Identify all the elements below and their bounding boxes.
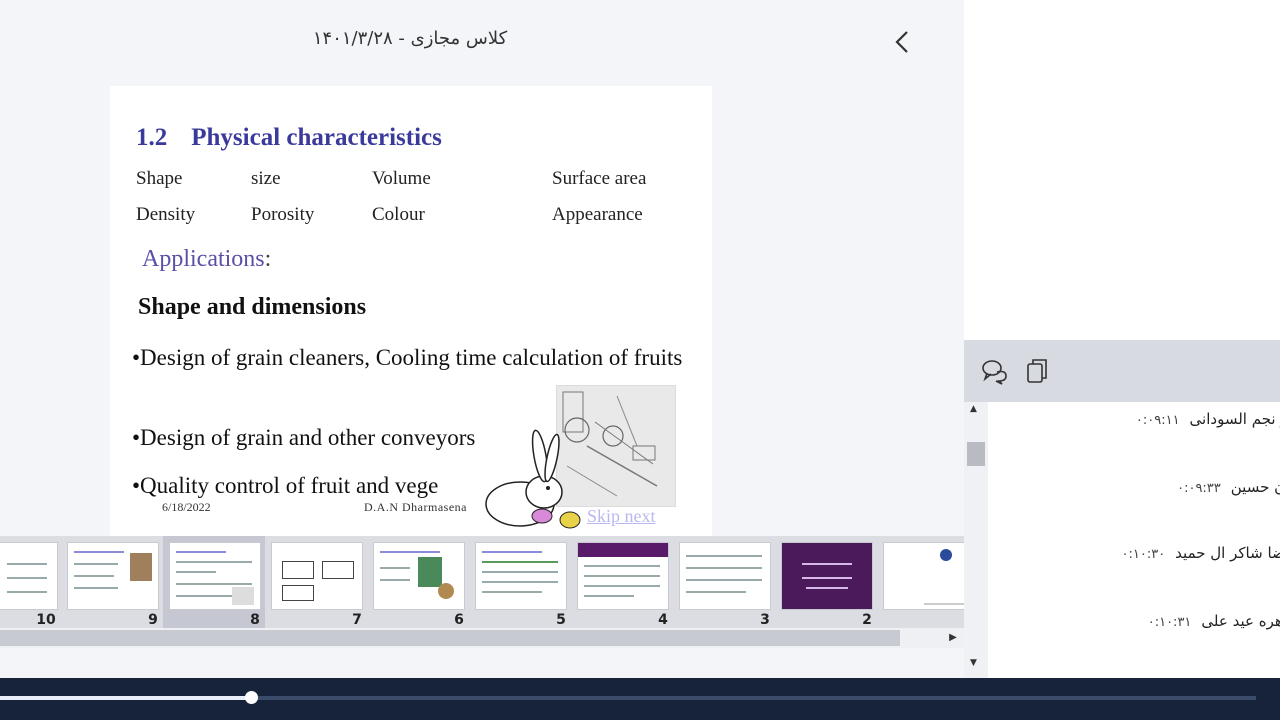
slide-thumbnail[interactable] — [0, 542, 58, 610]
horizontal-scroll-thumb[interactable] — [0, 630, 900, 646]
slide-thumbnail[interactable] — [679, 542, 771, 610]
list-item[interactable]: عزیز نجم السودانی ۰:۰۹:۱۱ — [1136, 410, 1280, 428]
slide-thumbnail-strip: 10 9 8 7 6 5 4 3 2 — [0, 536, 964, 628]
chat-message-list: عزیز نجم السودانی ۰:۰۹:۱۱ دان حسین ۰:۰۹:۳۳… — [988, 402, 1280, 678]
chat-vertical-scrollbar[interactable]: ▲ ▼ — [964, 402, 988, 678]
characteristic-item: Shape — [136, 168, 183, 189]
characteristic-item: Colour — [372, 204, 425, 225]
message-time: ۰:۱۰:۳۱ — [1147, 615, 1192, 630]
playback-progress-fill — [0, 696, 252, 700]
characteristic-item: Surface area — [552, 168, 647, 189]
slide-thumbnail[interactable] — [373, 542, 465, 610]
thumbnail-number: 7 — [352, 612, 362, 628]
message-time: ۰:۰۹:۱۱ — [1135, 413, 1180, 428]
message-time: ۰:۰۹:۳۳ — [1177, 481, 1221, 496]
applications-colon: : — [264, 246, 272, 272]
thumbnail-number: 10 — [36, 612, 56, 628]
slide-footer-author: D.A.N Dharmasena — [364, 500, 467, 514]
copy-icon — [1027, 359, 1047, 383]
playback-bar — [0, 678, 1280, 720]
chat-icon — [982, 360, 1007, 385]
slide-thumbnail-active[interactable] — [169, 542, 261, 610]
thumbnail-number: 5 — [556, 612, 566, 628]
back-button[interactable] — [888, 26, 916, 58]
thumbnail-number: 4 — [658, 612, 668, 628]
panel-toolbar — [964, 340, 1280, 402]
slide-thumbnail[interactable] — [67, 542, 159, 610]
scroll-down-arrow-icon[interactable]: ▼ — [970, 658, 977, 668]
skip-next-link[interactable]: Skip next — [587, 506, 656, 527]
thumbnail-number: 9 — [148, 612, 158, 628]
vertical-scroll-thumb[interactable] — [967, 442, 985, 466]
slide-canvas: 1.2 Physical characteristics Shape size V… — [110, 86, 712, 536]
scroll-up-arrow-icon[interactable]: ▲ — [970, 404, 977, 414]
applications-label: Applications: — [142, 246, 271, 273]
slide-thumbnail[interactable] — [475, 542, 567, 610]
page-title: کلاس مجازی - ۱۴۰۱/۳/۲۸ — [312, 28, 508, 49]
participant-name: عزیز نجم السودانی — [1189, 410, 1280, 428]
slide-bullet: •Design of grain cleaners, Cooling time … — [132, 345, 683, 370]
characteristic-item: Volume — [372, 168, 431, 189]
presentation-viewer: کلاس مجازی - ۱۴۰۱/۳/۲۸ 1.2 Physical chara… — [0, 0, 964, 678]
participant-name: رضا شاکر ال حمید — [1175, 544, 1280, 562]
video-panel — [964, 0, 1280, 340]
thumbnail-number: 3 — [760, 612, 770, 628]
participant-name: زهره عید علی — [1201, 612, 1280, 630]
characteristic-item: Appearance — [552, 204, 643, 225]
message-time: ۰:۱۰:۳۰ — [1121, 547, 1166, 562]
slide-thumbnail[interactable] — [781, 542, 873, 610]
participant-name: دان حسین — [1230, 478, 1280, 496]
slide-subheading: Shape and dimensions — [138, 294, 367, 320]
characteristic-item: Porosity — [251, 204, 315, 225]
chat-button[interactable] — [980, 356, 1010, 386]
slide-heading: 1.2 Physical characteristics — [136, 124, 442, 152]
thumbnail-number: 6 — [454, 612, 464, 628]
playback-progress-track[interactable] — [0, 691, 1256, 704]
list-item[interactable]: دان حسین ۰:۰۹:۳۳ — [1177, 478, 1280, 496]
thumbnail-number: 2 — [862, 612, 872, 628]
slide-footer-date: 6/18/2022 — [162, 500, 211, 514]
slide-thumbnail[interactable] — [883, 542, 964, 610]
slide-heading-number: 1.2 — [136, 124, 168, 151]
slide-heading-text: Physical characteristics — [191, 124, 442, 151]
characteristic-item: size — [251, 168, 281, 189]
applications-text: Applications — [142, 246, 265, 272]
list-item[interactable]: رضا شاکر ال حمید ۰:۱۰:۳۰ — [1122, 544, 1280, 562]
playback-progress-knob[interactable] — [245, 691, 259, 704]
thumbnail-horizontal-scrollbar[interactable]: ▶ — [0, 628, 964, 648]
chevron-left-icon — [895, 31, 908, 53]
copy-button[interactable] — [1022, 356, 1052, 386]
thumbnail-number: 8 — [250, 612, 260, 628]
slide-thumbnail[interactable] — [577, 542, 669, 610]
rabbit-mascot-image — [472, 422, 582, 532]
characteristic-item: Density — [136, 204, 196, 225]
slide-thumbnail[interactable] — [271, 542, 363, 610]
list-item[interactable]: زهره عید علی ۰:۱۰:۳۱ — [1148, 612, 1280, 630]
scroll-right-arrow-icon[interactable]: ▶ — [946, 630, 960, 646]
